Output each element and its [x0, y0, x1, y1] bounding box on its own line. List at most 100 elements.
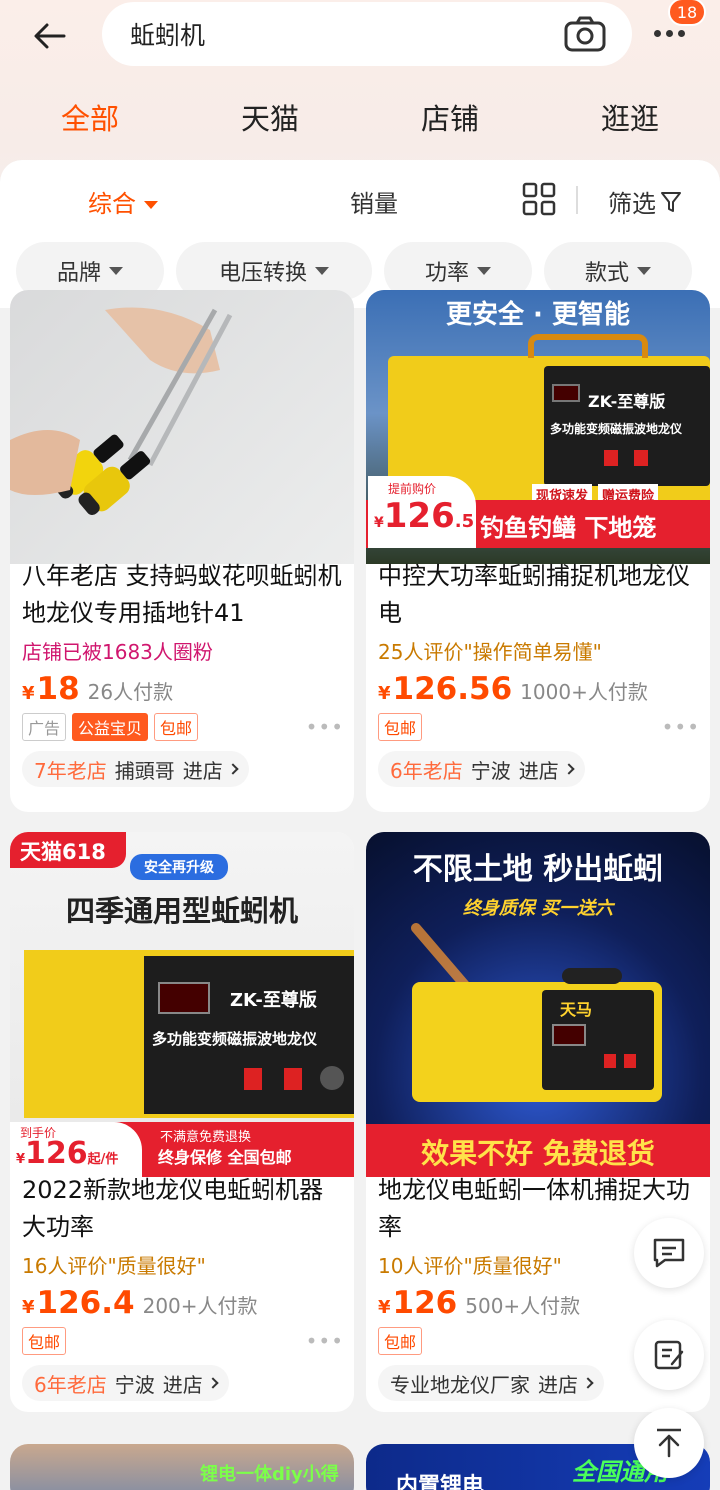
image-price-badge: 到手价 ¥126起/件: [10, 1122, 142, 1177]
search-query: 蚯蚓机: [130, 21, 206, 50]
chevron-right-icon: [582, 1377, 594, 1389]
machine-clamp: [562, 968, 622, 984]
edit-button[interactable]: [634, 1320, 704, 1390]
filter-icon: [661, 191, 681, 212]
tag-row: 包邮 •••: [22, 1327, 344, 1355]
charity-tag: 公益宝贝: [72, 713, 149, 741]
enter-shop: 进店: [538, 1372, 578, 1397]
chip-voltage-label: 电压转换: [218, 261, 307, 286]
product-title: 八年老店 支持蚂蚁花呗蚯蚓机地龙仪专用插地针41: [22, 562, 342, 627]
image-price-int: 126: [25, 1136, 88, 1171]
tmall-618-badge: 天猫618: [10, 832, 126, 868]
enter-shop: 进店: [162, 1372, 203, 1397]
panel-switch: [244, 1068, 262, 1090]
currency: ¥: [22, 1297, 35, 1318]
image-price-unit: 起/件: [87, 1152, 119, 1167]
camera-search-button[interactable]: [564, 16, 606, 52]
upgrade-tag: 安全再升级: [130, 854, 228, 880]
product-card[interactable]: 天猫618 安全再升级 四季通用型蚯蚓机 ZK-至尊版 多功能变频磁振波地龙仪 …: [10, 832, 354, 1412]
product-image: 更安全 · 更智能 ZK-至尊版 多功能变频磁振波地龙仪 现货速发 赠运费险 钓…: [366, 290, 710, 564]
image-slogan: 终身质保 买一送六: [462, 898, 614, 919]
machine-body: 天马: [412, 968, 662, 1102]
panel-switch: [604, 450, 618, 466]
panel-switch: [604, 1054, 616, 1068]
tab-explore[interactable]: 逛逛: [601, 96, 659, 138]
banner-text: 钓鱼钓鳝 下地笼: [480, 514, 657, 542]
product-card[interactable]: 更安全 · 更智能 ZK-至尊版 多功能变频磁振波地龙仪 现货速发 赠运费险 钓…: [366, 290, 710, 812]
tab-tmall[interactable]: 天猫: [241, 96, 299, 138]
price: 126.4: [36, 1285, 135, 1321]
chip-brand-label: 品牌: [56, 261, 101, 286]
image-price-badge: 提前购价 ¥126.5: [368, 476, 476, 548]
machine-panel: ZK-至尊版 多功能变频磁振波地龙仪: [144, 956, 354, 1114]
machine-body: ZK-至尊版 多功能变频磁振波地龙仪: [24, 950, 354, 1118]
tmall-618-text: 天猫618: [20, 840, 106, 864]
results-panel: 综合 销量 筛选 品牌 电压转换 功率 款式 八年老店 支持蚂蚁花呗蚯蚓机地龙仪…: [0, 160, 720, 1490]
more-icon: [654, 30, 698, 37]
image-price-dec: .5: [454, 511, 475, 532]
back-to-top-button[interactable]: [634, 1408, 704, 1478]
shop-link[interactable]: 专业地龙仪厂家 进店: [378, 1365, 604, 1401]
divider: [576, 186, 578, 214]
sort-comprehensive[interactable]: 综合: [88, 184, 158, 219]
tag-row: 包邮 •••: [378, 713, 700, 741]
early-price-label: 提前购价: [388, 482, 437, 496]
product-image: 不限土地 秒出蚯蚓 终身质保 买一送六 天马 效果不好 免费退货: [366, 832, 710, 1177]
image-price-int: 126: [383, 496, 455, 536]
image-price-currency: ¥: [374, 515, 384, 531]
product-photo-probes: [10, 307, 233, 516]
more-options-icon[interactable]: •••: [662, 715, 700, 739]
chip-power-label: 功率: [424, 261, 469, 286]
peek-text: 内置锂电: [396, 1474, 485, 1490]
sold-count: 26人付款: [87, 680, 174, 704]
panel-knob: [320, 1066, 344, 1090]
tab-all[interactable]: 全部: [61, 96, 119, 138]
image-price: ¥126.5: [374, 496, 474, 536]
product-image: 天猫618 安全再升级 四季通用型蚯蚓机 ZK-至尊版 多功能变频磁振波地龙仪 …: [10, 832, 354, 1177]
shop-fans: 店铺已被1683人圈粉: [22, 640, 213, 664]
machine-panel: ZK-至尊版 多功能变频磁振波地龙仪: [544, 366, 710, 486]
product-info: 中控大功率蚯蚓捕捉机地龙仪电 25人评价"操作简单易懂" ¥ 126.56 10…: [378, 558, 700, 787]
shop-link[interactable]: 6年老店 宁波 进店: [22, 1365, 229, 1401]
sort-filter-bar: 综合 销量 筛选 品牌 电压转换 功率 款式: [0, 160, 720, 308]
more-options-icon[interactable]: •••: [306, 715, 344, 739]
panel-display: [158, 982, 210, 1014]
more-options-icon[interactable]: •••: [306, 1329, 344, 1353]
sold-count: 500+人付款: [465, 1294, 581, 1318]
image-headline: 更安全 · 更智能: [446, 300, 630, 330]
camera-icon: [564, 16, 606, 52]
search-input[interactable]: 蚯蚓机: [102, 2, 632, 66]
edit-icon: [654, 1340, 684, 1370]
tab-shops[interactable]: 店铺: [421, 96, 479, 138]
message-badge: 18: [668, 0, 706, 26]
shop-link[interactable]: 6年老店 宁波 进店: [378, 751, 585, 787]
machine-brand: 天马: [560, 1000, 593, 1019]
sort-sales[interactable]: 销量: [350, 184, 398, 219]
sold-count: 200+人付款: [142, 1294, 258, 1318]
back-to-top-icon: [657, 1428, 681, 1458]
currency: ¥: [22, 683, 35, 704]
grid-view-toggle[interactable]: [522, 182, 556, 216]
product-info: 2022新款地龙仪电蚯蚓机器大功率 16人评价"质量很好" ¥ 126.4 20…: [22, 1172, 344, 1401]
panel-brand: ZK-至尊版: [588, 392, 666, 411]
panel-display: [552, 384, 580, 402]
sold-count: 1000+人付款: [520, 680, 648, 704]
currency: ¥: [378, 1297, 391, 1318]
product-card[interactable]: 锂电一体diy小得: [10, 1444, 354, 1490]
ad-tag: 广告: [22, 713, 67, 741]
back-button[interactable]: [30, 16, 70, 56]
shop-age: 6年老店: [390, 758, 463, 783]
filter-button[interactable]: 筛选: [608, 184, 682, 219]
free-shipping-tag: 包邮: [154, 713, 199, 741]
filter-label: 筛选: [608, 190, 656, 218]
shop-age: 7年老店: [34, 758, 107, 783]
shop-link[interactable]: 7年老店 捕頭哥 进店: [22, 751, 249, 787]
product-title: 2022新款地龙仪电蚯蚓机器大功率: [22, 1176, 324, 1241]
warranty-text: 终身保修 全国包邮: [158, 1148, 292, 1167]
tag-row: 广告 公益宝贝 包邮 •••: [22, 713, 344, 741]
price-row: ¥ 18 26人付款: [22, 671, 344, 707]
caret-down-icon: [637, 267, 651, 275]
product-card[interactable]: 八年老店 支持蚂蚁花呗蚯蚓机地龙仪专用插地针41 店铺已被1683人圈粉 ¥ 1…: [10, 290, 354, 812]
chat-button[interactable]: [634, 1218, 704, 1288]
panel-switch: [284, 1068, 302, 1090]
